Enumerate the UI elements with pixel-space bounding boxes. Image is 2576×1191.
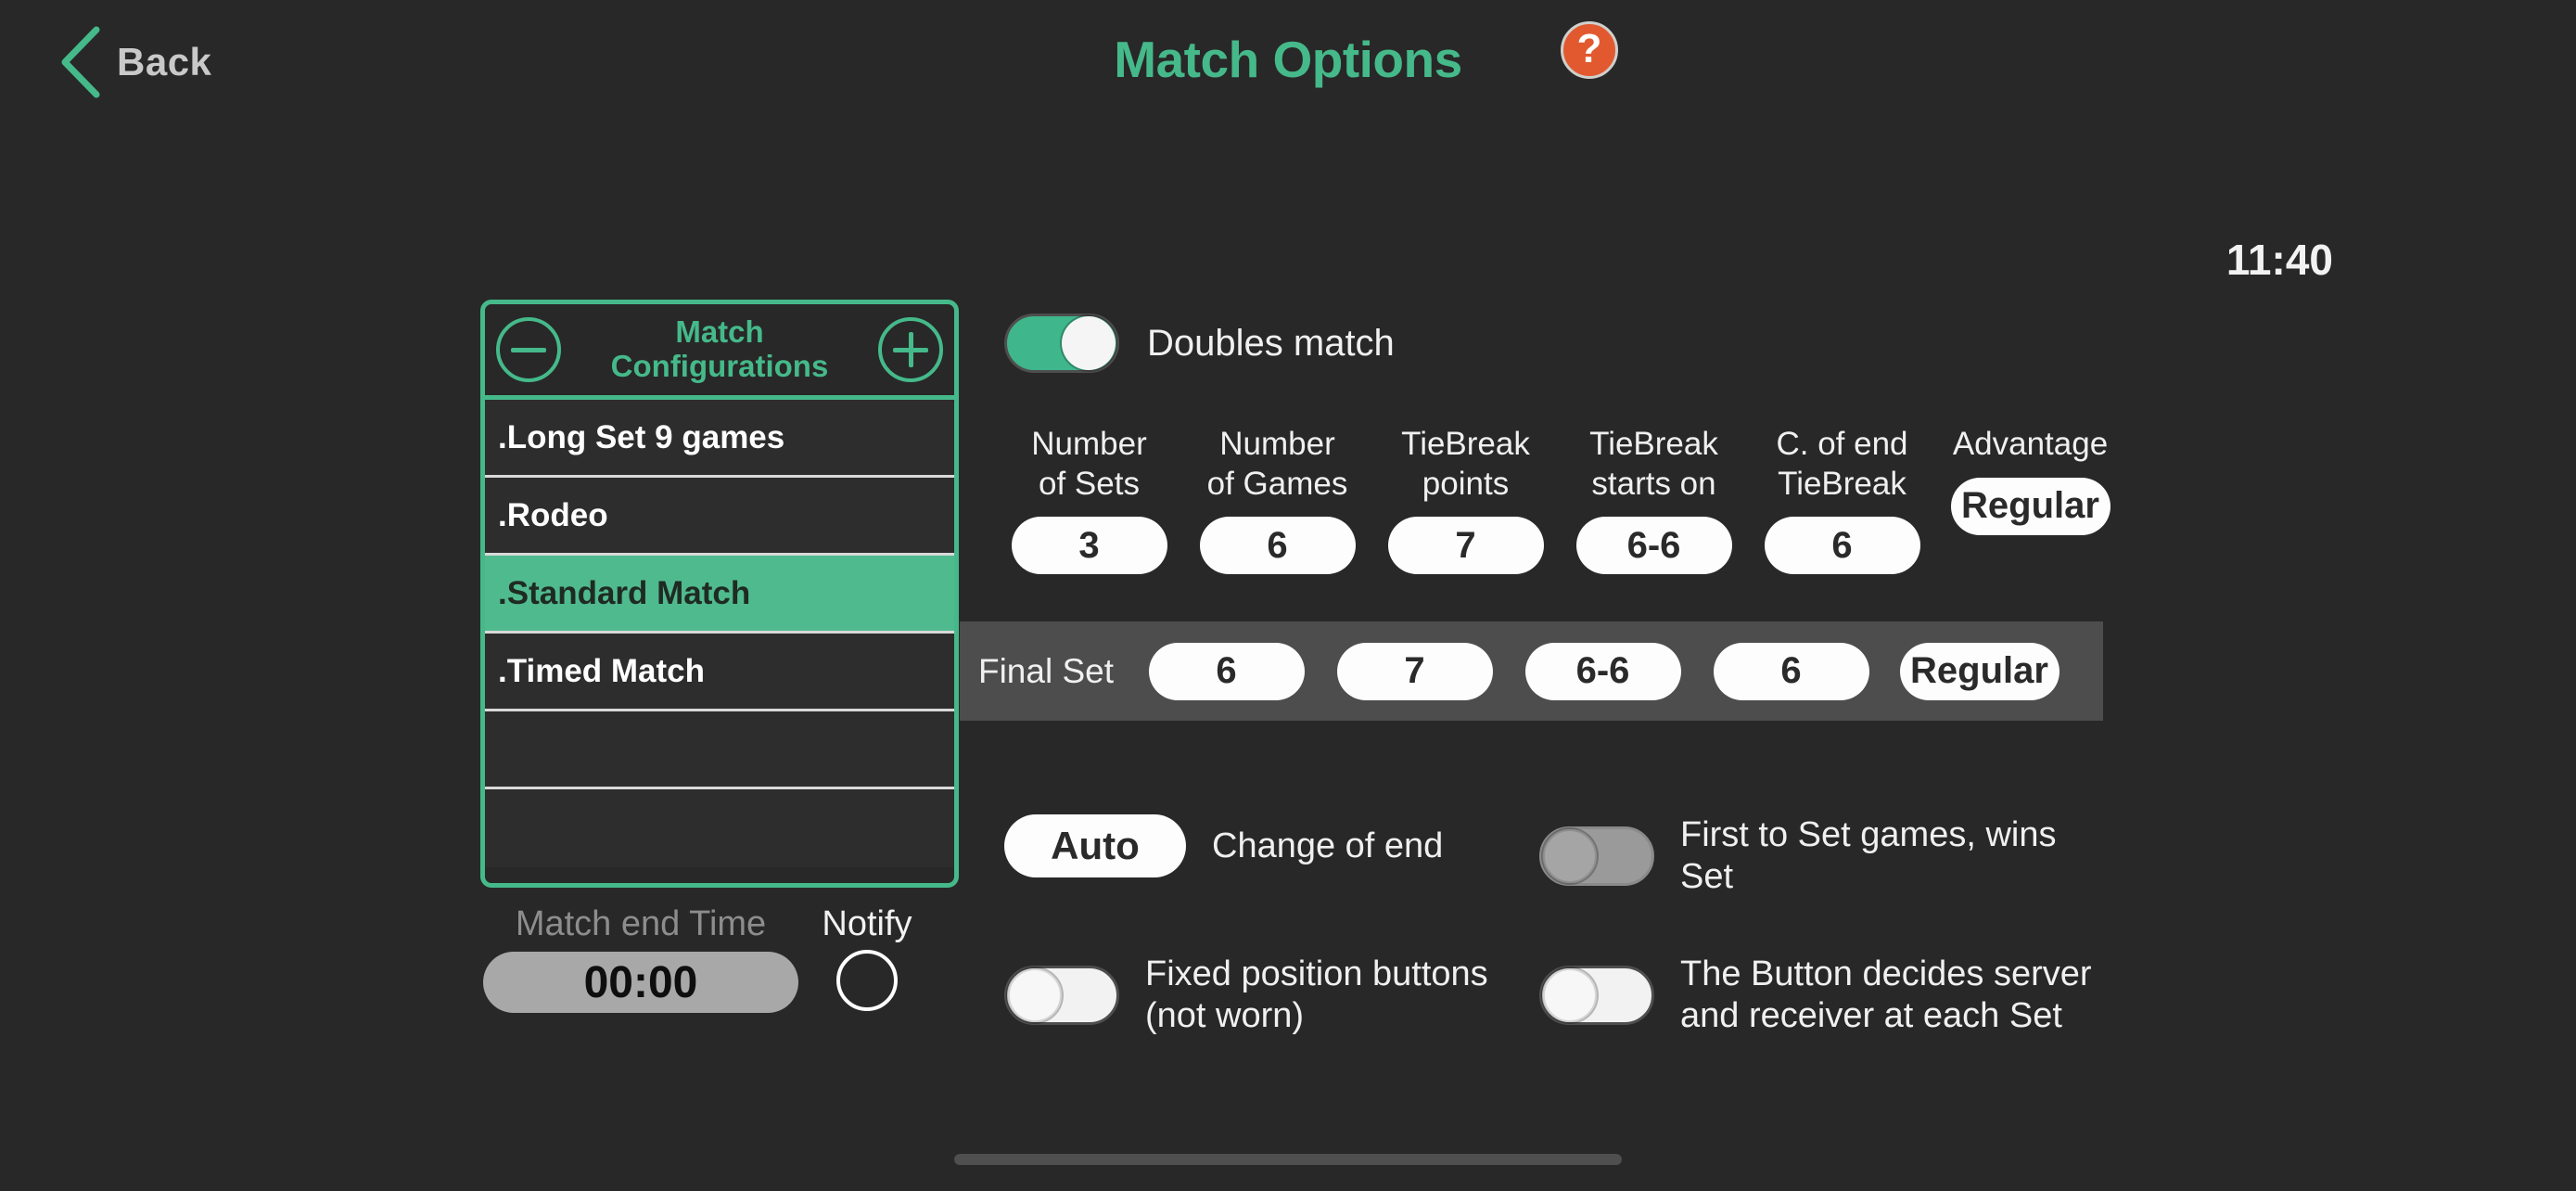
button-decides-server-row: The Button decides server and receiver a… <box>1539 954 2133 1037</box>
final-set-values: 6 7 6-6 6 Regular <box>1132 642 2073 700</box>
final-set-cell: 6 <box>1697 642 1885 700</box>
fixed-position-buttons-row: Fixed position buttons (not worn) <box>1004 954 1524 1037</box>
value-text: 6-6 <box>1626 524 1681 566</box>
final-set-tiebreak-starts-on-value[interactable]: 6-6 <box>1524 642 1681 700</box>
value-text: 7 <box>1404 650 1425 691</box>
final-set-advantage-value[interactable]: Regular <box>1899 642 2060 700</box>
value-text: 6-6 <box>1575 650 1630 691</box>
list-item-label: .Long Set 9 games <box>498 418 785 455</box>
final-set-cell: 6 <box>1132 642 1320 700</box>
column-header: TieBreak points <box>1401 426 1530 502</box>
minus-circle-icon[interactable] <box>496 317 561 382</box>
fixed-position-buttons-toggle[interactable] <box>1004 965 1119 1025</box>
notify-label: Notify <box>822 904 912 943</box>
value-text: 6 <box>1216 650 1237 691</box>
value-text: 6 <box>1267 524 1288 566</box>
button-decides-server-label: The Button decides server and receiver a… <box>1680 954 2092 1035</box>
config-panel-header: Match Configurations <box>485 304 954 400</box>
final-set-cell: 6-6 <box>1509 642 1697 700</box>
question-mark-icon: ? <box>1576 25 1602 71</box>
help-button[interactable]: ? <box>1561 21 1618 79</box>
change-of-end-mode-label: Auto <box>1051 824 1140 867</box>
column-header: TieBreak starts on <box>1589 426 1718 502</box>
value-text: 7 <box>1455 524 1476 566</box>
first-to-set-games-label: First to Set games, wins Set <box>1680 815 2057 896</box>
value-text: 6 <box>1780 650 1802 691</box>
first-to-set-games-row: First to Set games, wins Set <box>1539 814 2114 898</box>
config-panel-title: Match Configurations <box>610 314 829 383</box>
list-item[interactable] <box>485 711 954 789</box>
list-item[interactable]: .Rodeo <box>485 478 954 556</box>
page-title: Match Options <box>1114 31 1462 88</box>
final-set-cell: Regular <box>1885 642 2073 700</box>
list-item-label: .Rodeo <box>498 496 608 533</box>
match-configurations-panel: Match Configurations .Long Set 9 games .… <box>480 300 959 888</box>
list-item[interactable] <box>485 789 954 867</box>
value-text: 6 <box>1831 524 1853 566</box>
tiebreak-starts-on-value[interactable]: 6-6 <box>1575 517 1732 575</box>
settings-column-tiebreak-starts-on: TieBreak starts on 6-6 <box>1560 425 1748 575</box>
final-set-games-value[interactable]: 6 <box>1148 642 1305 700</box>
value-text: Regular <box>1961 485 2099 527</box>
list-item-label: .Timed Match <box>498 652 706 689</box>
settings-column-sets: Number of Sets 3 <box>995 425 1183 575</box>
config-list: .Long Set 9 games .Rodeo .Standard Match… <box>485 400 954 867</box>
first-to-set-games-toggle[interactable] <box>1539 826 1654 886</box>
list-item-selected[interactable]: .Standard Match <box>485 556 954 634</box>
fixed-position-buttons-label: Fixed position buttons (not worn) <box>1145 954 1488 1035</box>
match-end-time-field[interactable]: 00:00 <box>483 952 798 1013</box>
clock: 11:40 <box>2225 236 2333 284</box>
settings-column-advantage: Advantage Regular <box>1936 425 2124 535</box>
tiebreak-points-value[interactable]: 7 <box>1387 517 1544 575</box>
doubles-match-row: Doubles match <box>1004 314 1395 373</box>
settings-column-change-of-end-tiebreak: C. of end TieBreak 6 <box>1748 425 1936 575</box>
advantage-value[interactable]: Regular <box>1950 477 2111 535</box>
settings-column-tiebreak-points: TieBreak points 7 <box>1371 425 1560 575</box>
button-decides-server-toggle[interactable] <box>1539 965 1654 1025</box>
value-text: Regular <box>1910 650 2048 691</box>
match-options-screen: Back Match Options ? 11:40 Match Configu… <box>0 0 2576 1191</box>
list-item[interactable]: .Long Set 9 games <box>485 400 954 478</box>
settings-grid: Number of Sets 3 Number of Games 6 TieBr… <box>995 425 2124 575</box>
notify-group: Notify <box>816 904 918 1011</box>
match-end-time-value: 00:00 <box>583 957 698 1007</box>
column-header: Number of Games <box>1206 426 1348 502</box>
list-item-label: .Standard Match <box>498 574 751 611</box>
final-set-cell: 7 <box>1320 642 1509 700</box>
notify-checkbox[interactable] <box>836 950 898 1011</box>
column-header: Number of Sets <box>1031 426 1147 502</box>
match-end-time-label: Match end Time <box>515 904 767 943</box>
final-set-tiebreak-points-value[interactable]: 7 <box>1336 642 1493 700</box>
final-set-label: Final Set <box>977 651 1114 690</box>
change-of-end-row: Auto Change of end <box>1004 814 1443 877</box>
change-of-end-tiebreak-value[interactable]: 6 <box>1764 517 1920 575</box>
column-header: C. of end TieBreak <box>1776 426 1908 502</box>
change-of-end-mode-button[interactable]: Auto <box>1004 814 1186 877</box>
number-of-sets-value[interactable]: 3 <box>1011 517 1167 575</box>
list-item[interactable]: .Timed Match <box>485 634 954 711</box>
number-of-games-value[interactable]: 6 <box>1199 517 1356 575</box>
match-end-time-group: Match end Time 00:00 <box>483 904 798 1013</box>
final-set-row: Final Set 6 7 6-6 6 Regular <box>960 621 2103 721</box>
column-header: Advantage <box>1952 426 2109 462</box>
change-of-end-label: Change of end <box>1212 826 1444 865</box>
plus-circle-icon[interactable] <box>878 317 943 382</box>
settings-column-games: Number of Games 6 <box>1183 425 1371 575</box>
value-text: 3 <box>1078 524 1100 566</box>
doubles-match-toggle[interactable] <box>1004 314 1119 373</box>
home-indicator[interactable] <box>954 1154 1622 1165</box>
final-set-change-of-end-value[interactable]: 6 <box>1713 642 1869 700</box>
doubles-match-label: Doubles match <box>1147 322 1395 364</box>
